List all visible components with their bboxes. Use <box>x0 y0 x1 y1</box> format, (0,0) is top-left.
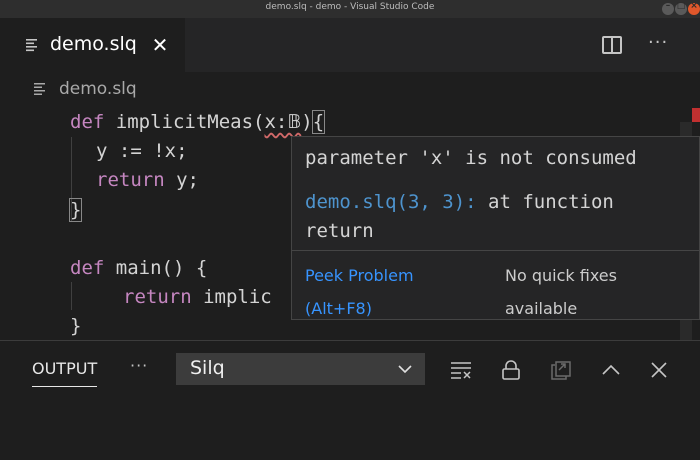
code-line-7: } <box>70 315 82 337</box>
window-title: demo.slq - demo - Visual Studio Code <box>265 2 435 12</box>
close-icon[interactable] <box>648 359 670 381</box>
output-channel-select[interactable]: Silq <box>176 353 425 385</box>
matched-bracket: } <box>68 198 83 222</box>
tab-close-button[interactable]: ✕ <box>150 34 170 56</box>
problem-message: parameter 'x' is not consumed <box>305 147 637 169</box>
breadcrumb-file: demo.slq <box>59 79 137 99</box>
code-line-1: def implicitMeas(x:𝔹){ <box>70 110 326 134</box>
hover-status-bar: Peek Problem (Alt+F8) No quick fixes ava… <box>292 250 699 319</box>
tab-output[interactable]: OUTPUT <box>32 359 98 387</box>
close-icon: × <box>690 1 698 11</box>
tab-demo-slq[interactable]: demo.slq ✕ <box>0 18 185 72</box>
open-log-icon[interactable] <box>550 359 572 381</box>
split-editor-icon[interactable] <box>602 36 622 54</box>
chevron-down-icon <box>398 365 412 374</box>
indent-guide <box>71 282 72 310</box>
maximize-icon: □ <box>676 1 686 11</box>
maximize-button[interactable]: □ <box>675 1 687 15</box>
output-channel-value: Silq <box>190 357 225 379</box>
editor-tab-bar: demo.slq ✕ ··· <box>0 18 700 72</box>
code-line-3: return y; <box>96 169 199 191</box>
matched-bracket: { <box>311 110 326 134</box>
chevron-up-icon[interactable] <box>600 359 622 381</box>
breadcrumb[interactable]: demo.slq <box>34 78 137 100</box>
file-lines-icon <box>26 39 37 52</box>
minimize-icon: – <box>665 1 671 11</box>
code-line-4: } <box>68 196 83 224</box>
problem-hover-widget: parameter 'x' is not consumed demo.slq(3… <box>291 136 700 320</box>
error-squiggle: x:𝔹 <box>264 111 302 133</box>
lock-icon[interactable] <box>500 359 522 381</box>
error-overview-marker <box>692 108 700 122</box>
clear-output-icon[interactable] <box>450 359 472 381</box>
minimize-button[interactable]: – <box>662 1 674 15</box>
problem-location-link[interactable]: demo.slq(3, 3): <box>305 191 477 213</box>
problem-location: demo.slq(3, 3): at function return <box>305 191 614 242</box>
code-line-5: def main() { <box>70 257 208 279</box>
panel-more-icon[interactable]: ··· <box>130 356 148 375</box>
quick-fix-status: No quick fixes available <box>505 266 617 318</box>
close-window-button[interactable]: × <box>688 1 700 15</box>
peek-problem-link[interactable]: Peek Problem (Alt+F8) <box>305 259 445 325</box>
tab-label: demo.slq <box>50 33 137 55</box>
more-actions-icon[interactable]: ··· <box>648 32 668 53</box>
code-line-2: y := !x; <box>96 140 188 162</box>
file-lines-icon <box>34 83 45 95</box>
title-bar: demo.slq - demo - Visual Studio Code – □… <box>0 0 700 18</box>
code-line-6: return implic <box>123 286 272 308</box>
output-panel: OUTPUT ··· Silq <box>0 340 700 460</box>
